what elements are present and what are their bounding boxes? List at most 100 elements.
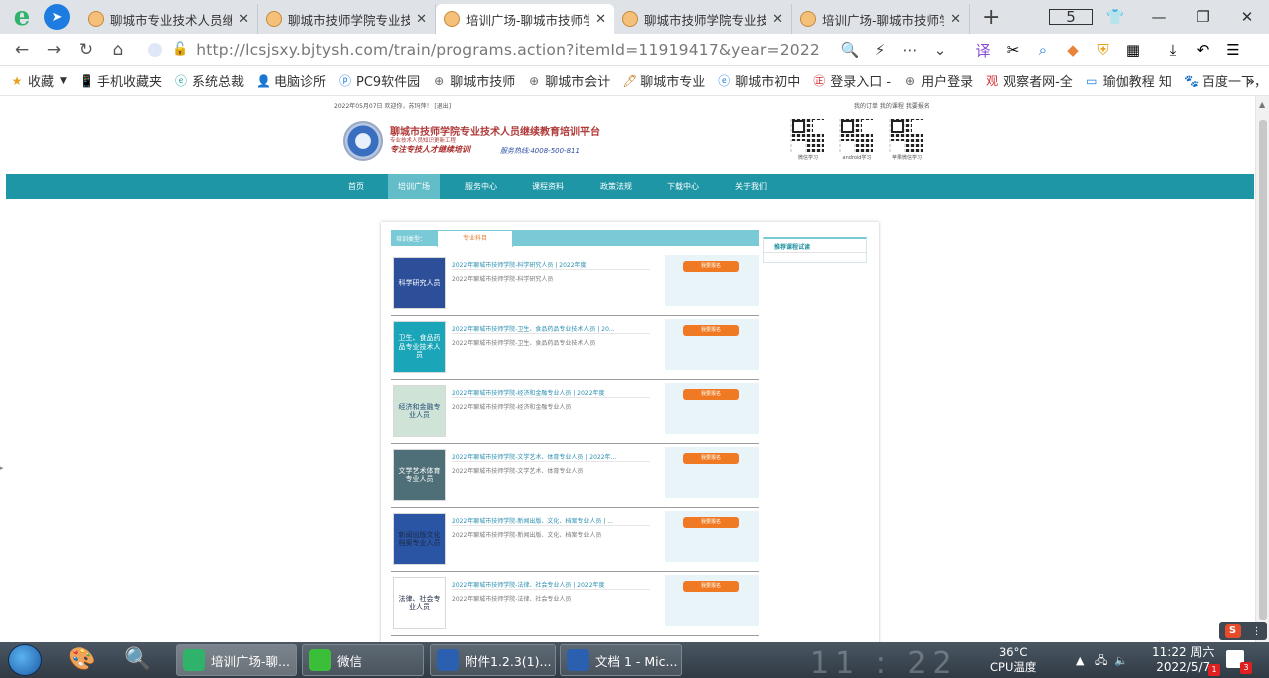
bookmark-item[interactable]: 👤 电脑诊所 (256, 71, 326, 91)
training-type-filter: 培训类型： 专业科目 (391, 230, 759, 247)
scrollbar-thumb[interactable] (1259, 120, 1267, 620)
browser-tab[interactable]: 培训广场-聊城市技师学 ✕ (436, 4, 614, 34)
site-info-icon[interactable] (148, 42, 162, 57)
bookmark-item[interactable]: ▭ 瑜伽教程 知 (1085, 71, 1172, 91)
bookmark-item[interactable]: 📱 手机收藏夹 (79, 71, 162, 91)
close-tab-icon[interactable]: ✕ (595, 12, 606, 27)
user-links[interactable]: 我的订单 我的课程 我要报名 (854, 101, 930, 110)
restore-button[interactable]: ❐ (1181, 8, 1225, 26)
shield-icon[interactable]: ⛨ (1088, 41, 1118, 59)
bookmark-item[interactable]: ⓔ 聊城市初中 (717, 71, 800, 91)
course-title[interactable]: 2022年聊城市技师学院-法律、社会专业人员 | 2022年度 (452, 580, 652, 589)
bookmark-item[interactable]: ⓔ 系统总裁 (174, 71, 244, 91)
download-icon[interactable]: ⤓ (1158, 41, 1188, 59)
close-tab-icon[interactable]: ✕ (772, 12, 783, 27)
translate-icon[interactable]: 译 (968, 40, 998, 61)
new-tab-button[interactable]: + (982, 5, 1000, 30)
browser-tab[interactable]: 培训广场-聊城市技师学 ✕ (792, 4, 970, 34)
home-button[interactable]: ⌂ (102, 40, 134, 60)
taskbar-app-browser[interactable]: 培训广场-聊... (176, 644, 297, 676)
vertical-scrollbar[interactable]: ▲ (1255, 96, 1269, 642)
browser-tab[interactable]: 聊城市专业技术人员继 ✕ (80, 4, 258, 34)
filter-tab-professional[interactable]: 专业科目 (437, 230, 513, 247)
input-method-bar[interactable]: S ⋮ (1219, 622, 1267, 640)
scroll-up-icon[interactable]: ▲ (1259, 100, 1265, 109)
close-tab-icon[interactable]: ✕ (238, 12, 249, 27)
enroll-button[interactable]: 我要报名 (683, 517, 739, 528)
course-thumbnail[interactable]: 法律、社会专业人员 (393, 577, 446, 629)
enroll-button[interactable]: 我要报名 (683, 325, 739, 336)
menu-icon[interactable]: ☰ (1218, 41, 1248, 59)
bookmark-item[interactable]: ⊕ 聊城市技师 (432, 71, 515, 91)
course-thumbnail[interactable]: 文学艺术体育专业人员 (393, 449, 446, 501)
shirt-icon[interactable]: 👕 (1093, 8, 1137, 26)
bookmark-item[interactable]: ㊣登录入口 - (812, 71, 891, 91)
close-tab-icon[interactable]: ✕ (416, 12, 427, 27)
system-tray[interactable]: ▲ 🖧 🔈 (1076, 652, 1128, 671)
nav-course-materials[interactable]: 课程资料 (522, 174, 574, 199)
enroll-button[interactable]: 我要报名 (683, 389, 739, 400)
bookmark-item[interactable]: ★ 收藏 ▼ (10, 71, 67, 91)
taskbar-app-document[interactable]: 文档 1 - Mic... (560, 644, 682, 676)
browser-tab[interactable]: 聊城市技师学院专业技 ✕ (258, 4, 436, 34)
nav-home[interactable]: 首页 (338, 174, 374, 199)
recommended-sidebar: 推荐课程试读 (763, 237, 867, 263)
nav-about[interactable]: 关于我们 (725, 174, 777, 199)
undo-icon[interactable]: ↶ (1188, 41, 1218, 59)
nav-policies[interactable]: 政策法规 (590, 174, 642, 199)
url-field[interactable]: 🔓 http://lcsjsxy.bjtysh.com/train/progra… (148, 37, 948, 63)
bookmark-icon: ⊕ (905, 73, 916, 88)
sogou-icon[interactable]: S (1224, 624, 1241, 638)
ime-menu-icon[interactable]: ⋮ (1252, 626, 1262, 637)
back-button[interactable]: ← (6, 40, 38, 60)
pinned-app-icon[interactable]: 🎨 (68, 646, 96, 674)
send-icon[interactable]: ➤ (44, 4, 70, 30)
zoom-icon[interactable]: 🔍 (835, 41, 865, 59)
bookmark-item[interactable]: ⊕ 聊城市会计 (527, 71, 610, 91)
bookmarks-overflow-icon[interactable]: » (1246, 72, 1255, 90)
close-window-button[interactable]: ✕ (1225, 8, 1269, 26)
bookmark-item[interactable]: ⊕ 用户登录 (903, 71, 973, 91)
bookmark-item[interactable]: ⓟ PC9软件园 (338, 71, 420, 91)
forward-button[interactable]: → (38, 40, 70, 60)
search-icon[interactable]: ⌕ (1028, 41, 1058, 59)
browser-tab[interactable]: 聊城市技师学院专业技 ✕ (614, 4, 792, 34)
course-description: 2022年聊城市技师学院-新闻出版、文化、档案专业人员 (452, 532, 602, 539)
clock[interactable]: 11:22 周六 2022/5/7 (1152, 645, 1214, 675)
chevron-down-icon[interactable]: ⌄ (925, 41, 955, 59)
scissors-icon[interactable]: ✂ (998, 41, 1028, 59)
course-title[interactable]: 2022年聊城市技师学院-新闻出版、文化、档案专业人员 | ... (452, 516, 652, 525)
url-text[interactable]: http://lcsjsxy.bjtysh.com/train/programs… (196, 41, 820, 59)
course-title[interactable]: 2022年聊城市技师学院-经济和金融专业人员 | 2022年度 (452, 388, 652, 397)
taskbar-app-wechat[interactable]: 微信 (302, 644, 424, 676)
game-icon[interactable]: ◆ (1058, 41, 1088, 59)
enroll-button[interactable]: 我要报名 (683, 261, 739, 272)
nav-downloads[interactable]: 下载中心 (657, 174, 709, 199)
course-thumbnail[interactable]: 卫生、食品药品专业技术人员 (393, 321, 446, 373)
collapse-arrow-icon[interactable]: ▸ (0, 464, 4, 472)
search-icon[interactable]: 🔍 (124, 646, 152, 674)
course-thumbnail[interactable]: 经济和金融专业人员 (393, 385, 446, 437)
bookmark-item[interactable]: 🖊 聊城市专业 (622, 71, 705, 91)
apps-grid-icon[interactable]: ▦ (1118, 41, 1148, 59)
insecure-lock-icon[interactable]: 🔓 (172, 42, 188, 57)
nav-service-center[interactable]: 服务中心 (455, 174, 507, 199)
course-title[interactable]: 2022年聊城市技师学院-卫生、食品药品专业技术人员 | 20... (452, 324, 652, 333)
enroll-button[interactable]: 我要报名 (683, 581, 739, 592)
nav-training-square[interactable]: 培训广场 (388, 174, 440, 199)
course-title[interactable]: 2022年聊城市技师学院-文学艺术、体育专业人员 | 2022年... (452, 452, 652, 461)
bookmark-item[interactable]: 观观察者网-全 (985, 71, 1073, 91)
taskbar-app-attachment[interactable]: 附件1.2.3(1)... (430, 644, 556, 676)
reload-button[interactable]: ↻ (70, 40, 102, 60)
start-button[interactable] (8, 644, 42, 676)
browser-logo-icon[interactable]: e (0, 0, 44, 34)
close-tab-icon[interactable]: ✕ (950, 12, 961, 27)
course-thumbnail[interactable]: 新闻出版文化档案专业人员 (393, 513, 446, 565)
enroll-button[interactable]: 我要报名 (683, 453, 739, 464)
course-title[interactable]: 2022年聊城市技师学院-科学研究人员 | 2022年度 (452, 260, 652, 269)
course-thumbnail[interactable]: 科学研究人员 (393, 257, 446, 309)
tab-count-icon[interactable]: 5 (1049, 8, 1093, 26)
lightning-icon[interactable]: ⚡ (865, 41, 895, 59)
more-icon[interactable]: ⋯ (895, 41, 925, 59)
minimize-button[interactable]: — (1137, 8, 1181, 26)
